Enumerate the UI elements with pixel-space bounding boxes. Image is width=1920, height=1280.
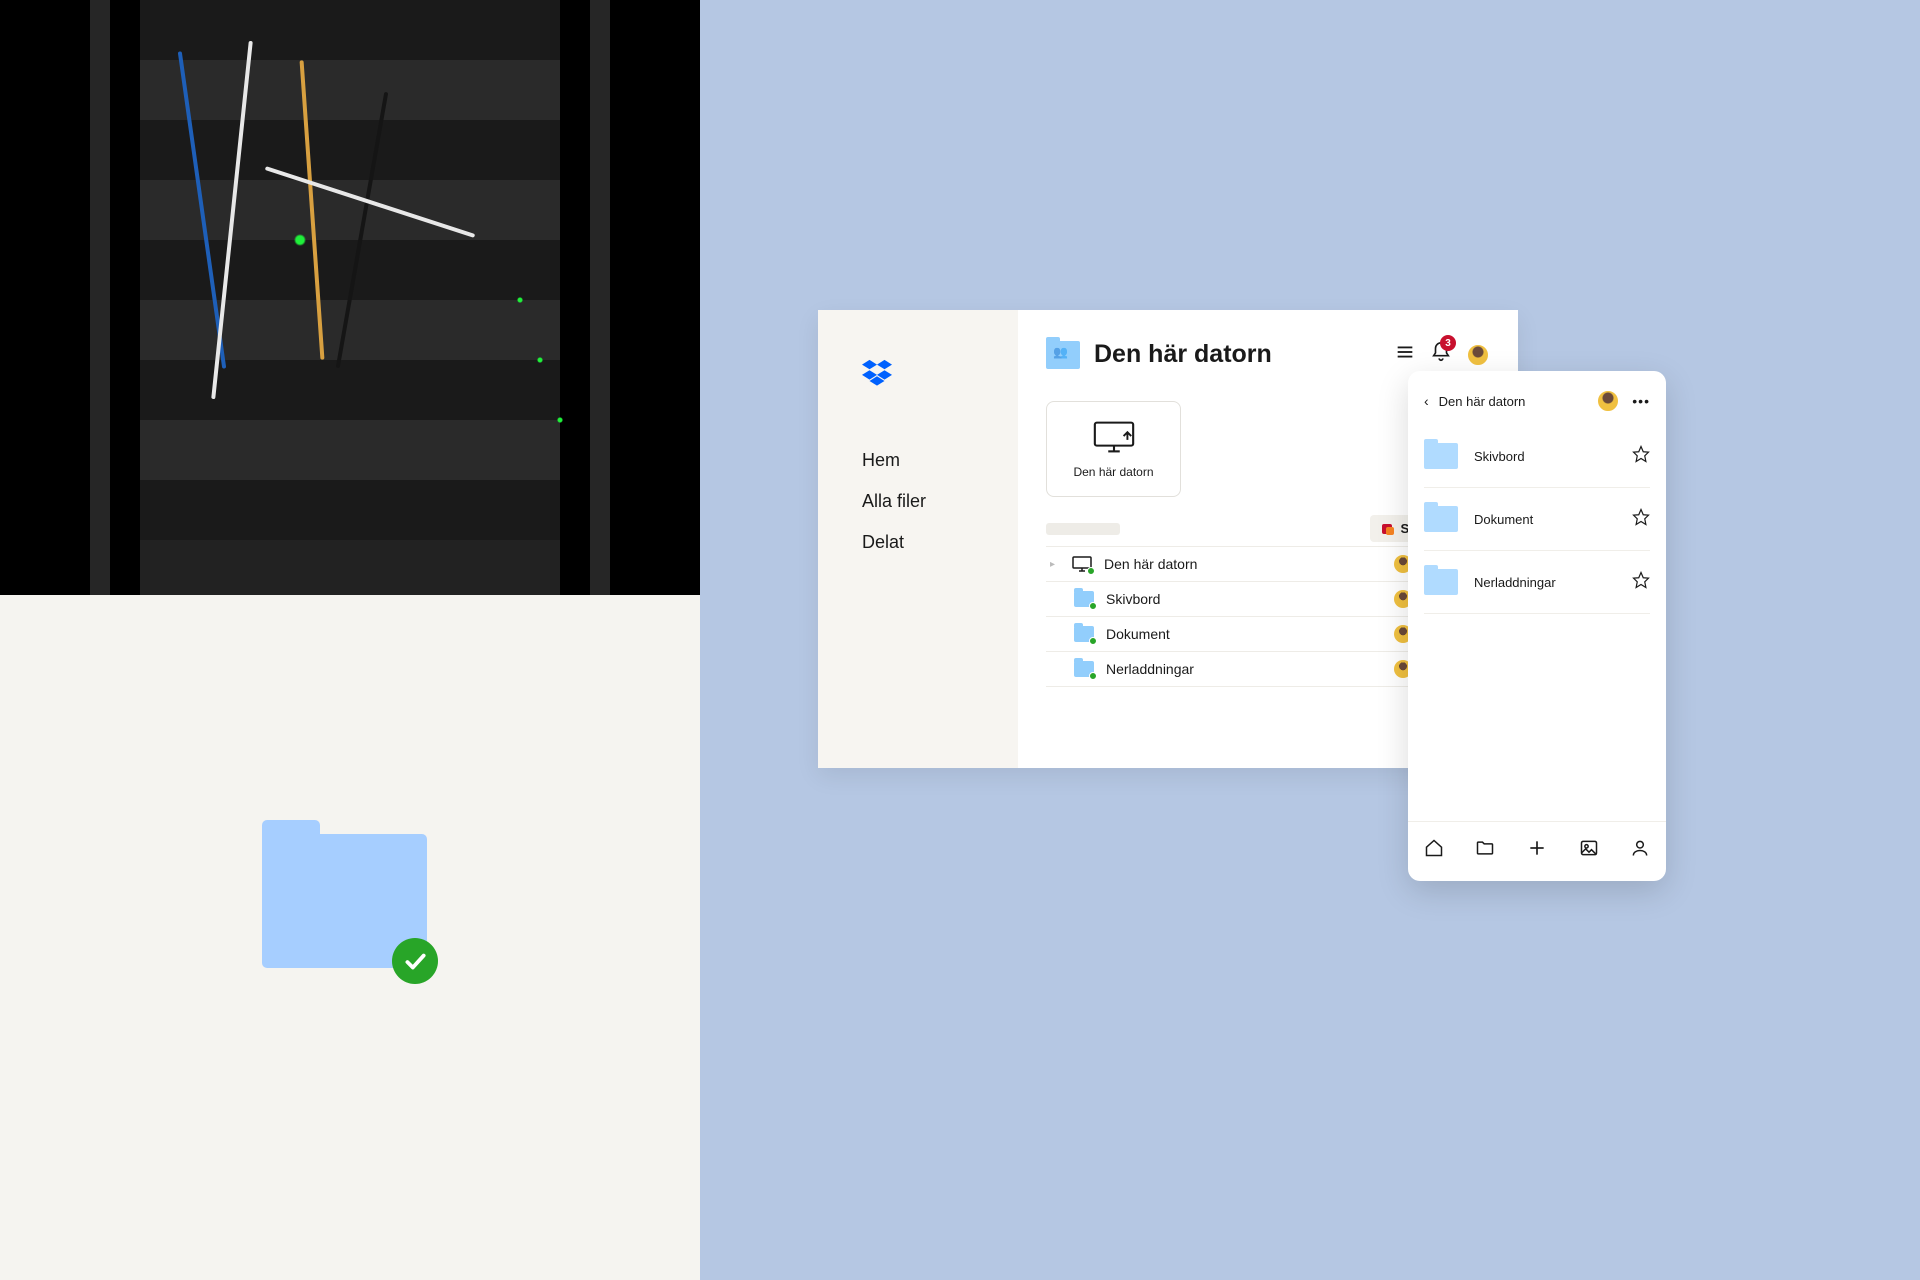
computer-icon (1072, 556, 1092, 572)
row-name: Skivbord (1474, 449, 1525, 464)
back-button[interactable]: ‹ (1424, 393, 1429, 409)
row-name: Dokument (1474, 512, 1533, 527)
notifications-button[interactable]: 3 (1430, 341, 1452, 368)
monitor-upload-icon (1091, 419, 1137, 455)
toolbar-placeholder (1046, 523, 1120, 535)
nav-account-icon[interactable] (1630, 838, 1650, 863)
folder-icon (1074, 626, 1094, 642)
star-button[interactable] (1632, 445, 1650, 468)
menu-icon[interactable] (1394, 341, 1416, 368)
row-name: Dokument (1106, 626, 1170, 642)
star-button[interactable] (1632, 571, 1650, 594)
nav-files-icon[interactable] (1475, 838, 1495, 863)
server-rack-photo (0, 0, 700, 595)
folder-icon (1424, 443, 1458, 469)
user-avatar[interactable] (1466, 343, 1490, 367)
nav-add-icon[interactable] (1527, 838, 1547, 863)
folder-icon (1424, 506, 1458, 532)
row-name: Nerladdningar (1106, 661, 1194, 677)
nav-all-files[interactable]: Alla filer (818, 481, 1018, 522)
nav-home[interactable]: Hem (818, 440, 1018, 481)
star-button[interactable] (1632, 508, 1650, 531)
user-avatar[interactable] (1596, 389, 1620, 413)
nav-photos-icon[interactable] (1579, 838, 1599, 863)
page-title: Den här datorn (1094, 340, 1272, 369)
row-name: Nerladdningar (1474, 575, 1556, 590)
mobile-app-window: ‹ Den här datorn ••• Skivbord Dokument (1408, 371, 1666, 881)
right-panel: Hem Alla filer Delat Den här datorn 3 (700, 0, 1920, 1280)
sync-check-icon (392, 938, 438, 984)
this-computer-card[interactable]: Den här datorn (1046, 401, 1181, 497)
expand-caret-icon[interactable]: ▸ (1050, 559, 1060, 570)
left-panel (0, 0, 700, 1280)
row-name: Den här datorn (1104, 556, 1197, 572)
shared-folder-icon (1046, 341, 1080, 369)
folder-icon (1074, 661, 1094, 677)
nav-home-icon[interactable] (1424, 838, 1444, 863)
mobile-row-documents[interactable]: Dokument (1424, 488, 1650, 551)
sidebar: Hem Alla filer Delat (818, 310, 1018, 768)
mobile-title: Den här datorn (1439, 394, 1526, 409)
card-label: Den här datorn (1073, 465, 1153, 479)
more-button[interactable]: ••• (1632, 393, 1650, 409)
mobile-row-desktop[interactable]: Skivbord (1424, 425, 1650, 488)
folder-icon (1074, 591, 1094, 607)
create-icon (1380, 522, 1394, 536)
notification-count-badge: 3 (1440, 335, 1456, 351)
row-name: Skivbord (1106, 591, 1160, 607)
folder-icon (1424, 569, 1458, 595)
synced-folder-illustration (262, 820, 427, 968)
mobile-folder-list: Skivbord Dokument Nerladdningar (1408, 425, 1666, 614)
dropbox-logo-icon (862, 358, 892, 388)
nav-shared[interactable]: Delat (818, 522, 1018, 563)
mobile-row-downloads[interactable]: Nerladdningar (1424, 551, 1650, 614)
mobile-bottom-nav (1408, 821, 1666, 881)
